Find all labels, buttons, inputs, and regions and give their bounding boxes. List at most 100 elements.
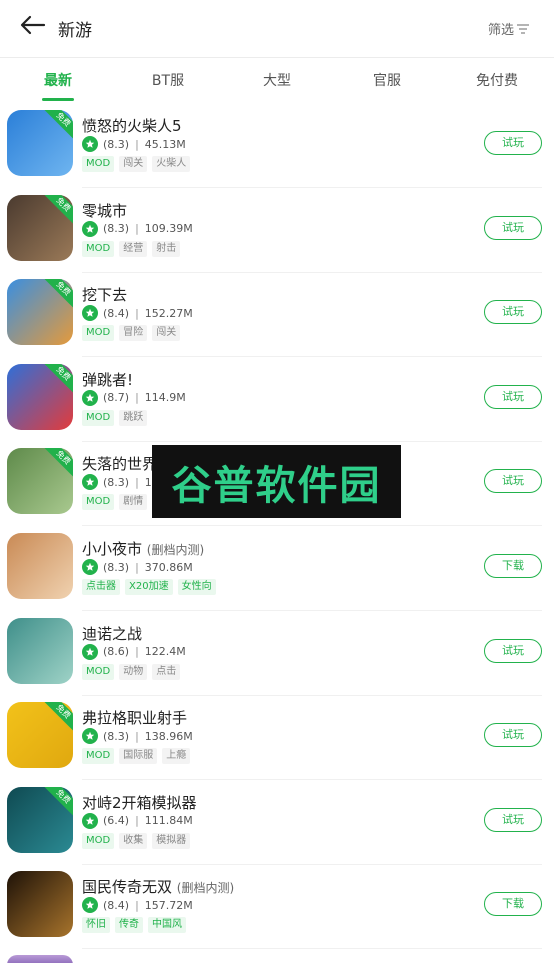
game-name: 失落的世界 [82,455,158,474]
tag: 冒险 [119,325,148,342]
partial-list-item [7,955,73,963]
game-meta: (8.4) | 152.27M [82,305,193,322]
game-subtitle: (删档内测) [176,881,235,896]
game-title: 零城市 [82,200,127,221]
trial-button[interactable]: 试玩 [484,469,542,494]
game-icon[interactable]: 免费 [7,194,73,261]
free-badge: 免费 [44,363,73,393]
filter-label: 筛选 [487,23,514,38]
star-icon [82,389,98,406]
game-icon[interactable]: 免费 [7,363,73,430]
free-badge: 免费 [44,279,73,308]
tab-bt[interactable]: BT服 [128,70,208,90]
game-icon[interactable]: 免费 [7,702,73,769]
rating: (8.3) [103,137,130,151]
list-item[interactable]: 国民传奇无双 (删档内测) (8.4) | 157.72M 怀旧 传奇 中国风 下载 [0,865,554,950]
tag: 剧情 [119,494,148,511]
watermark-logo: 谷普软件园 [152,445,401,518]
game-icon[interactable]: 免费 [7,279,73,346]
tag: 传奇 [115,917,143,934]
trial-button[interactable]: 试玩 [484,131,542,155]
list-item[interactable]: 免费 挖下去 (8.4) | 152.27M MOD 冒险 闯关 试玩 [0,273,554,358]
free-badge: 免费 [44,702,73,731]
free-badge: 免费 [44,786,73,816]
game-meta: (8.3) | 138.96M [82,728,193,745]
back-arrow-icon[interactable] [18,12,48,38]
trial-button[interactable]: 试玩 [484,807,542,832]
game-icon[interactable] [7,533,73,599]
free-badge: 免费 [44,194,73,223]
meta-separator: | [135,729,139,743]
tag: 国际服 [119,748,158,765]
trial-button[interactable]: 试玩 [484,300,542,325]
tag: 模拟器 [152,832,191,849]
download-button[interactable]: 下载 [484,892,542,917]
tab-latest[interactable]: 最新 [18,70,98,90]
tab-official[interactable]: 官服 [347,70,427,90]
star-icon [82,474,98,491]
list-item[interactable]: 免费 对峙2开箱模拟器 (6.4) | 111.84M MOD 收集 模拟器 试玩 [0,781,554,865]
tag: 射击 [152,240,181,257]
game-name: 愤怒的火柴人5 [82,117,182,135]
tag: MOD [82,832,115,849]
file-size: 370.86M [144,560,193,574]
rating: (8.4) [103,898,130,912]
meta-separator: | [135,306,139,320]
game-name: 弹跳者! [82,370,134,389]
game-title: 挖下去 [82,284,127,305]
tag: MOD [82,663,115,680]
rating: (8.4) [103,306,130,320]
game-meta: (8.3) | 370.86M [82,559,193,575]
star-icon [82,643,98,660]
tag: MOD [82,240,115,257]
tag: 中国风 [148,917,186,934]
list-item[interactable]: 迪诺之战 (8.6) | 122.4M MOD 动物 点击 试玩 [0,612,554,696]
file-size: 152.27M [144,306,193,320]
star-icon [82,220,98,237]
list-item[interactable]: 小小夜市 (删档内测) (8.3) | 370.86M 点击器 X20加速 女性向 下载 [0,527,554,611]
game-icon[interactable] [7,617,73,684]
tag-list: 点击器 X20加速 女性向 [82,579,221,595]
trial-button[interactable]: 试玩 [484,384,542,409]
tag: 闯关 [152,325,181,342]
rating: (8.6) [103,645,130,659]
tag-list: MOD 闯关 火柴人 [82,156,195,172]
meta-separator: | [135,137,139,151]
tag-list: MOD 冒险 闯关 [82,325,185,342]
game-subtitle: (删档内测) [146,543,205,557]
game-meta: (8.7) | 114.9M [82,389,186,406]
game-icon[interactable]: 免费 [7,110,73,176]
download-button[interactable]: 下载 [484,554,542,578]
list-item[interactable]: 免费 弗拉格职业射手 (8.3) | 138.96M MOD 国际服 上瘾 试玩 [0,696,554,781]
file-size: 138.96M [144,729,193,743]
filter-button[interactable]: 筛选 [488,19,530,38]
rating: (8.3) [103,729,130,743]
tab-large[interactable]: 大型 [237,70,317,90]
game-name: 零城市 [82,201,128,220]
tab-free[interactable]: 免付费 [457,70,537,90]
meta-separator: | [135,898,139,912]
star-icon [82,305,98,322]
tag-list: MOD 跳跃 [82,409,152,426]
game-icon[interactable]: 免费 [7,448,73,515]
game-icon[interactable] [7,871,73,938]
game-meta: (8.3) | 109.39M [82,220,193,237]
page-title: 新游 [58,21,92,41]
category-tabs: 最新 BT服 大型 官服 免付费 [0,58,554,104]
game-meta: (8.3) | 45.13M [82,136,186,152]
trial-button[interactable]: 试玩 [484,723,542,748]
trial-button[interactable]: 试玩 [484,215,542,240]
game-meta: (8.6) | 122.4M [82,643,186,660]
tag: 女性向 [177,579,216,595]
meta-separator: | [135,560,139,574]
list-item[interactable]: 免费 弹跳者! (8.7) | 114.9M MOD 跳跃 试玩 [0,358,554,442]
file-size: 109.39M [144,222,193,236]
trial-button[interactable]: 试玩 [484,638,542,663]
rating: (8.3) [103,475,130,489]
rating: (8.3) [103,222,130,236]
meta-separator: | [135,222,139,236]
game-title: 对峙2开箱模拟器 [82,792,197,813]
game-icon[interactable]: 免费 [7,786,73,853]
list-item[interactable]: 免费 愤怒的火柴人5 (8.3) | 45.13M MOD 闯关 火柴人 试玩 [0,104,554,188]
list-item[interactable]: 免费 零城市 (8.3) | 109.39M MOD 经营 射击 试玩 [0,189,554,273]
